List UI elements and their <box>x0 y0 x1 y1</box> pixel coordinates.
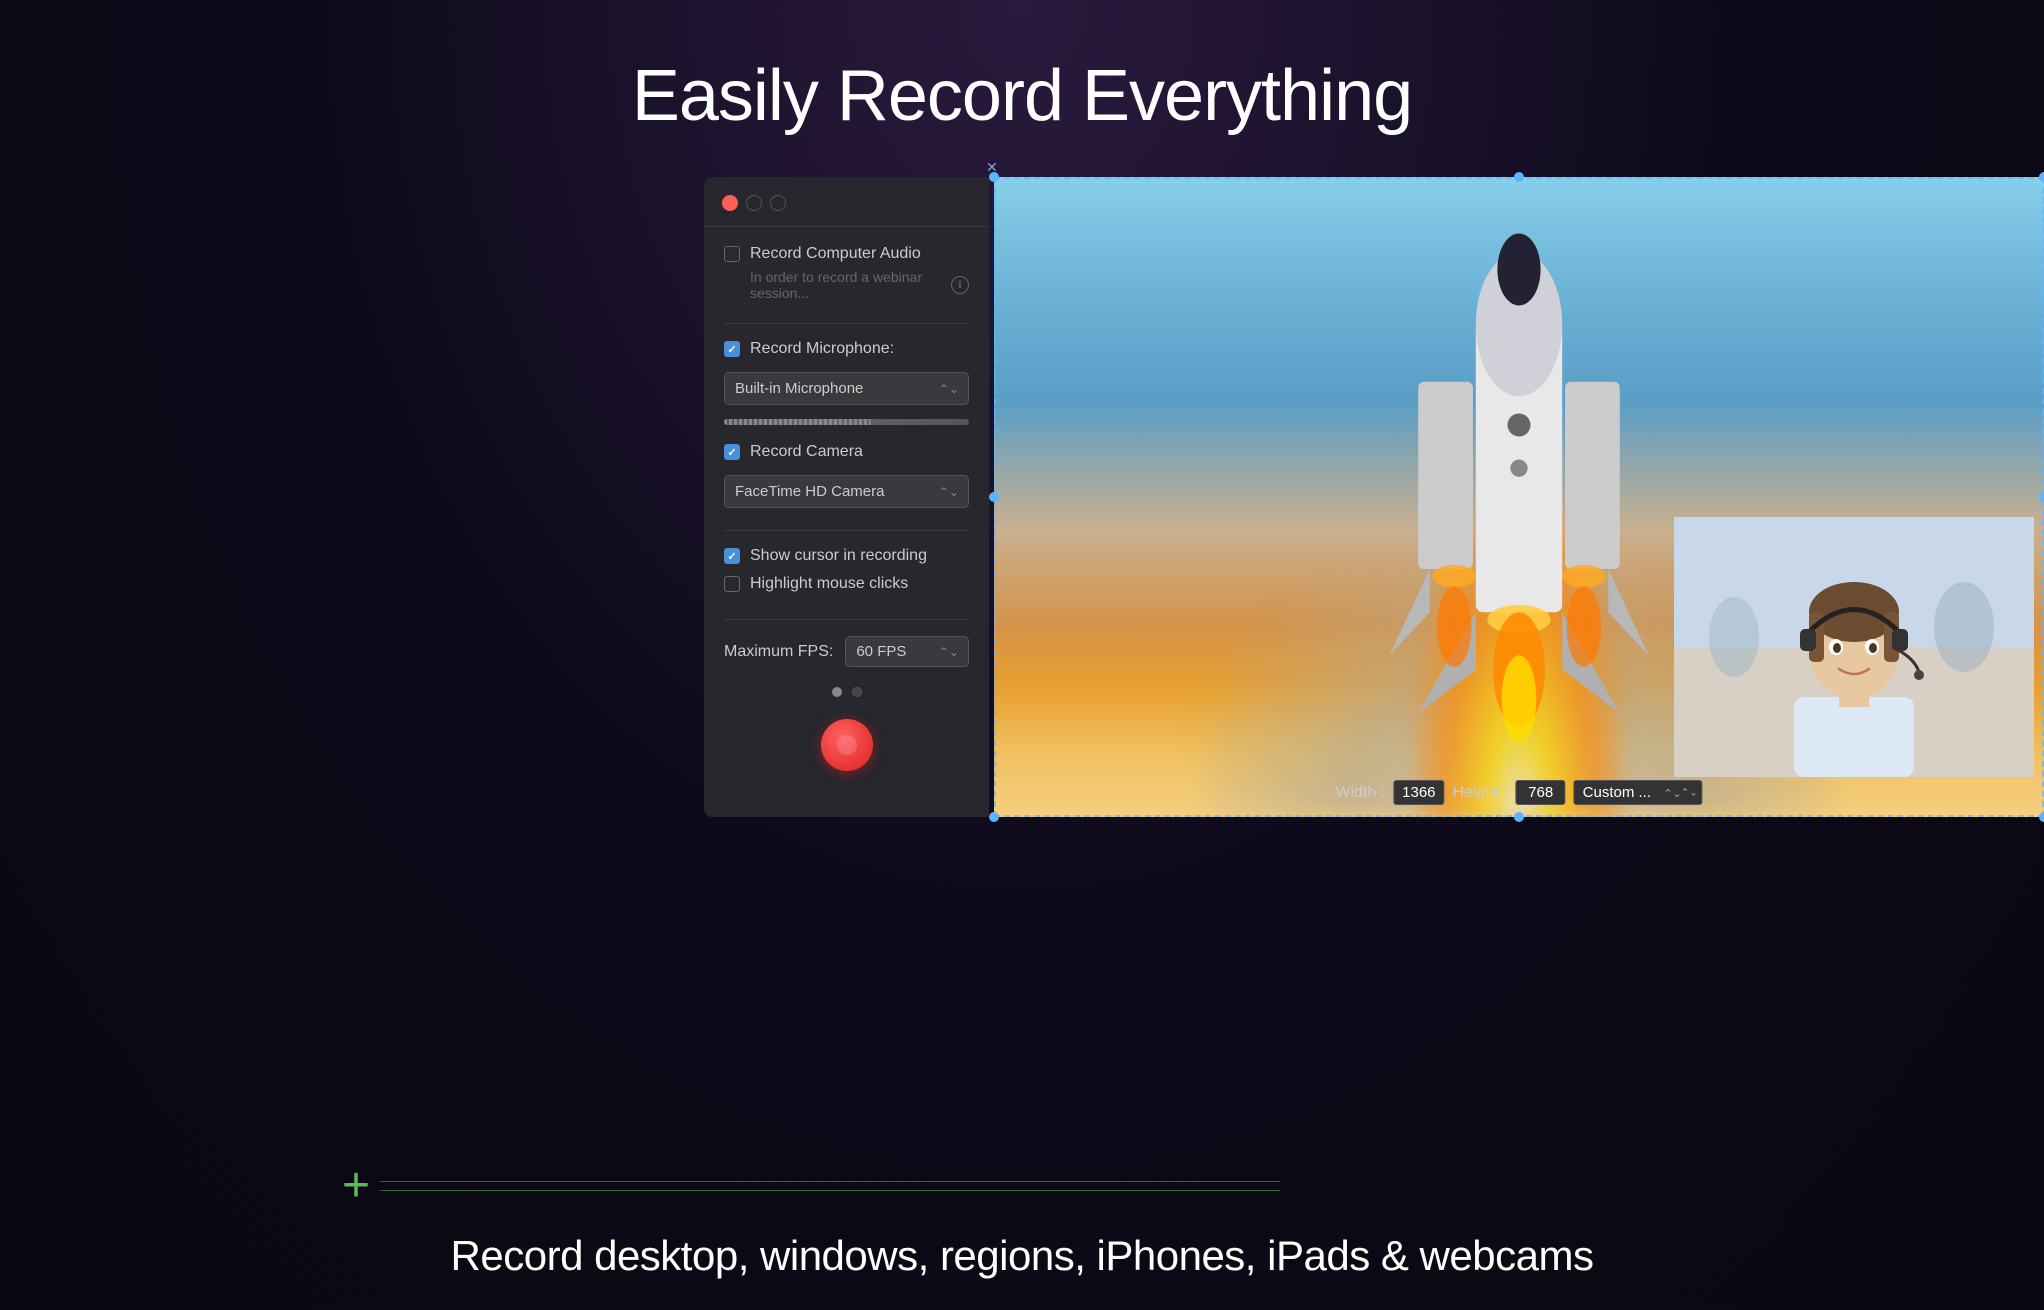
record-camera-label: Record Camera <box>750 443 863 461</box>
maximize-button[interactable] <box>770 195 786 211</box>
custom-dropdown[interactable]: Custom ... ⌃⌄ <box>1574 780 1703 805</box>
bottom-tagline: Record desktop, windows, regions, iPhone… <box>451 1232 1594 1280</box>
record-button-inner <box>837 735 857 755</box>
microphone-select[interactable]: Built-in Microphone External Microphone <box>724 372 969 405</box>
traffic-lights <box>704 177 989 226</box>
fps-select-wrapper: 24 FPS 30 FPS 60 FPS ⌃⌄ <box>845 636 969 667</box>
page-title: Easily Record Everything <box>0 0 2044 177</box>
record-camera-checkbox[interactable] <box>724 444 740 460</box>
show-cursor-checkbox[interactable] <box>724 548 740 564</box>
show-cursor-row: Show cursor in recording <box>724 547 969 565</box>
panel-body: Record Computer Audio In order to record… <box>704 227 989 817</box>
fps-label: Maximum FPS: <box>724 643 833 661</box>
page-dot-2[interactable] <box>852 687 862 697</box>
page-dot-1[interactable] <box>832 687 842 697</box>
dimension-bar: Width : 1366 Height : 768 Custom ... ⌃⌄ <box>1335 780 1702 805</box>
close-x-icon[interactable]: ✕ <box>986 159 998 176</box>
plus-icon-area: + <box>342 1162 1280 1210</box>
webcam-person-svg <box>1674 517 2034 777</box>
camera-select[interactable]: FaceTime HD Camera No Camera <box>724 475 969 508</box>
handle-bottom-right[interactable] <box>2039 812 2044 822</box>
handle-top-center[interactable] <box>1514 172 1524 182</box>
record-button[interactable] <box>821 719 873 771</box>
screenshot-background: Width : 1366 Height : 768 Custom ... ⌃⌄ <box>994 177 2044 817</box>
record-computer-audio-label: Record Computer Audio <box>750 245 921 263</box>
recording-area: ✕ <box>704 177 2044 817</box>
plus-lines <box>380 1181 1280 1191</box>
height-value[interactable]: 768 <box>1516 780 1566 805</box>
sep-3 <box>724 619 969 620</box>
volume-bar-fill <box>724 419 871 425</box>
highlight-clicks-checkbox[interactable] <box>724 576 740 592</box>
close-button[interactable] <box>722 195 738 211</box>
fps-row: Maximum FPS: 24 FPS 30 FPS 60 FPS ⌃⌄ <box>724 636 969 667</box>
plus-line-top <box>380 1181 1280 1182</box>
handle-bottom-center[interactable] <box>1514 812 1524 822</box>
record-microphone-row: Record Microphone: <box>724 340 969 358</box>
minimize-button[interactable] <box>746 195 762 211</box>
record-computer-audio-checkbox[interactable] <box>724 246 740 262</box>
record-camera-row: Record Camera <box>724 443 969 461</box>
sep-2 <box>724 530 969 531</box>
sep-1 <box>724 323 969 324</box>
webinar-note: In order to record a webinar session... <box>750 269 941 301</box>
width-label: Width : <box>1335 784 1385 802</box>
record-button-wrapper <box>724 719 969 771</box>
record-computer-audio-row: Record Computer Audio <box>724 245 969 263</box>
highlight-clicks-label: Highlight mouse clicks <box>750 575 908 593</box>
plus-icon: + <box>342 1162 370 1210</box>
handle-middle-left[interactable] <box>989 492 999 502</box>
highlight-clicks-row: Highlight mouse clicks <box>724 575 969 593</box>
microphone-select-wrapper: Built-in Microphone External Microphone … <box>724 372 969 405</box>
info-icon[interactable]: i <box>951 276 969 294</box>
webcam-overlay <box>1674 517 2034 777</box>
width-value[interactable]: 1366 <box>1393 780 1444 805</box>
handle-bottom-left[interactable] <box>989 812 999 822</box>
microphone-volume-bar <box>724 419 969 425</box>
handle-middle-right[interactable] <box>2039 492 2044 502</box>
fps-select[interactable]: 24 FPS 30 FPS 60 FPS <box>845 636 969 667</box>
handle-top-right[interactable] <box>2039 172 2044 182</box>
plus-line-bottom <box>380 1190 1280 1191</box>
height-label: Height : <box>1453 784 1508 802</box>
show-cursor-label: Show cursor in recording <box>750 547 927 565</box>
record-microphone-label: Record Microphone: <box>750 340 894 358</box>
webinar-note-row: In order to record a webinar session... … <box>750 269 969 301</box>
record-microphone-checkbox[interactable] <box>724 341 740 357</box>
camera-select-wrapper: FaceTime HD Camera No Camera ⌃⌄ <box>724 475 969 508</box>
page-dots <box>724 687 969 697</box>
control-panel: Record Computer Audio In order to record… <box>704 177 989 817</box>
rocket-scene <box>994 177 2044 817</box>
bottom-bar: + Record desktop, windows, regions, iPho… <box>0 1150 2044 1310</box>
